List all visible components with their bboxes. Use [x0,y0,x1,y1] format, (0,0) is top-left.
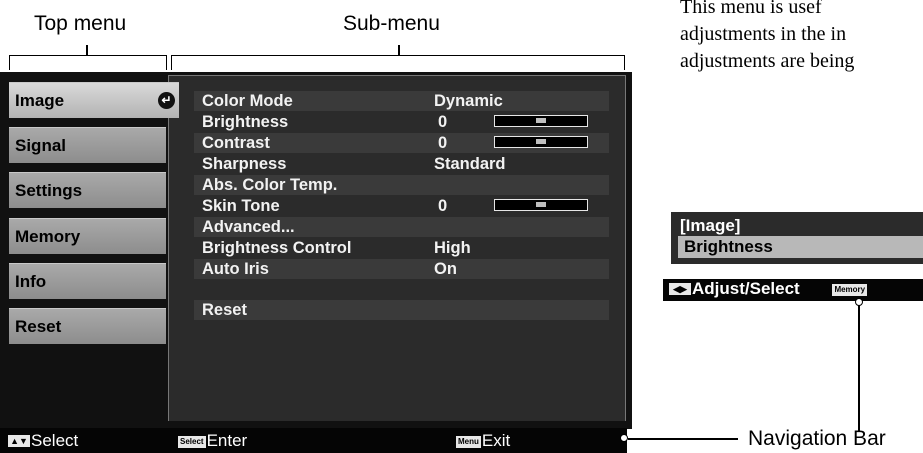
row-label: Advanced... [202,218,295,236]
sub-menu-row-advanced[interactable]: Advanced... [194,217,609,237]
nav-select: ▲▼ Select [8,431,78,451]
navigation-bar [0,428,627,453]
navigation-bar-label: Navigation Bar [748,427,886,450]
row-value: On [434,260,457,278]
slider-knob [535,118,546,123]
tab-reset[interactable]: Reset [9,308,166,344]
nav-enter-label: Enter [206,431,248,450]
sub-menu-row-auto-iris[interactable]: Auto Iris On [194,259,609,279]
sub-menu-row-abs-color-temp[interactable]: Abs. Color Temp. [194,175,609,195]
tab-reset-label: Reset [15,317,62,336]
row-value: 0 [438,113,448,131]
tab-info[interactable]: Info [9,263,166,299]
select-key-icon: Select [178,436,206,448]
sub-menu-row-reset[interactable]: Reset [194,300,609,320]
slider-knob [535,202,546,207]
tab-settings-label: Settings [15,181,83,200]
sub-menu-label: Sub-menu [343,12,440,35]
mini-menu-item-brightness[interactable]: Brightness [678,236,923,258]
row-label: Brightness [202,113,289,131]
navigation-bar-callout-line [628,438,738,440]
row-value: Dynamic [434,92,503,110]
mini-nav-adjust-label: Adjust/Select [692,279,800,298]
row-value: Standard [434,155,506,173]
navigation-bar-callout-dot [620,434,628,442]
tab-settings[interactable]: Settings [9,172,166,208]
left-right-key-icon: ◀▶ [669,283,691,295]
brightness-slider[interactable] [494,115,588,127]
sub-menu-row-skin-tone[interactable]: Skin Tone 0 [194,196,609,216]
top-menu-bracket [9,55,167,70]
row-value: 0 [438,197,448,215]
memory-key-icon: Memory [832,284,868,296]
mini-navigation-bar: ◀▶ Adjust/Select Memory [663,279,923,301]
nav-exit: Menu Exit [456,431,510,451]
tab-image[interactable]: Image ↵ [9,82,179,118]
tab-signal-label: Signal [15,136,67,155]
row-label: Contrast [202,134,270,152]
tab-memory[interactable]: Memory [9,218,166,254]
mini-nav-callout-line [858,305,860,432]
slider-knob [535,139,546,144]
sub-menu-bracket-tick [398,45,400,55]
top-menu-bracket-tick [86,45,88,55]
nav-exit-label: Exit [481,431,511,450]
description-line-1: This menu is usef [680,0,822,18]
sub-menu-bracket [171,55,625,70]
row-value: High [434,239,471,257]
skin-tone-slider[interactable] [494,199,588,211]
tab-memory-label: Memory [15,227,81,246]
nav-enter: Select Enter [178,431,247,451]
enter-icon: ↵ [158,92,175,109]
row-value: 0 [438,134,448,152]
row-label: Skin Tone [202,197,280,215]
tab-signal[interactable]: Signal [9,127,166,163]
description-line-3: adjustments are being [680,50,855,72]
mini-menu-title: [Image] [680,216,741,235]
sub-menu-row-brightness-control[interactable]: Brightness Control High [194,238,609,258]
row-label: Brightness Control [202,239,352,257]
sub-menu-row-brightness[interactable]: Brightness 0 [194,112,609,132]
row-label: Sharpness [202,155,287,173]
top-menu-label: Top menu [34,12,127,35]
tab-info-label: Info [15,272,47,291]
menu-key-icon: Menu [456,436,481,448]
description-line-2: adjustments in the in [680,23,847,45]
sub-menu-row-sharpness[interactable]: Sharpness Standard [194,154,609,174]
nav-select-label: Select [31,431,79,450]
tab-image-label: Image [15,91,65,110]
sub-menu-row-contrast[interactable]: Contrast 0 [194,133,609,153]
up-down-key-icon: ▲▼ [8,435,30,447]
row-label: Color Mode [202,92,293,110]
sub-menu-row-color-mode[interactable]: Color Mode Dynamic [194,91,609,111]
row-label: Auto Iris [202,260,269,278]
contrast-slider[interactable] [494,136,588,148]
row-label: Abs. Color Temp. [202,176,338,194]
row-label: Reset [202,301,247,319]
